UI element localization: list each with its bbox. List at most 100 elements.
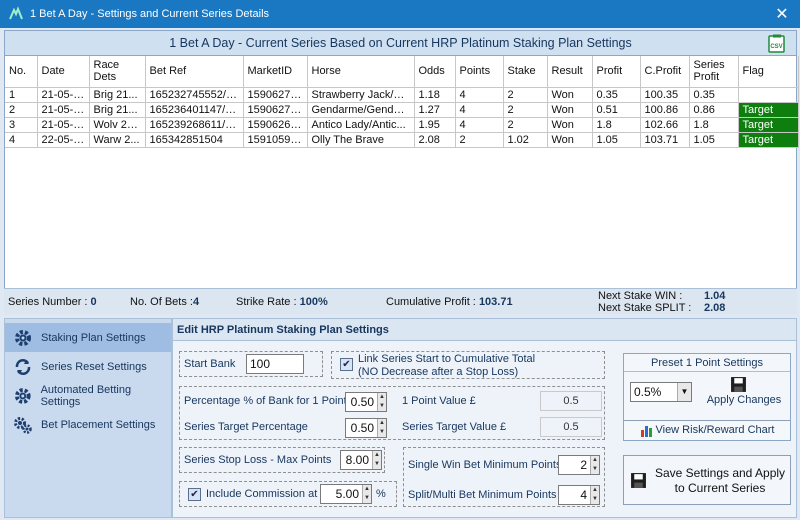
table-header-row: No. Date Race Dets Bet Ref MarketID Horse Odds…: [5, 56, 799, 88]
nav-staking-plan-settings[interactable]: Staking Plan Settings: [5, 323, 171, 352]
stop-loss-value: 8.00: [345, 453, 369, 467]
table-row[interactable]: 2 21-05-19 Brig 21... 165236401147/1... 1590…: [5, 102, 799, 118]
staking-settings-panel: Edit HRP Platinum Staking Plan Settings …: [172, 318, 797, 518]
pct-bank-stepper[interactable]: 0.50 ▲ ▼: [345, 392, 387, 412]
pct-bank-value: 0.50: [350, 395, 374, 409]
table-cell: 21-05-19: [37, 87, 90, 103]
app-logo-icon: [9, 6, 23, 20]
column-header[interactable]: Profit: [592, 56, 641, 88]
settings-nav: Staking Plan Settings Series Reset Setti…: [4, 318, 172, 518]
point-value: 0.5: [540, 391, 602, 411]
cum-profit-value: 103.71: [478, 296, 513, 308]
table-cell: 1.27: [414, 102, 456, 118]
table-cell: 1.02: [503, 132, 548, 148]
spin-down-icon[interactable]: ▼: [373, 460, 381, 469]
split-min-label: Split/Multi Bet Minimum Points: [408, 489, 557, 501]
strike-rate-value: 100%: [299, 296, 328, 308]
table-row[interactable]: 4 22-05-19 Warw 2... 165342851504 159105988 O…: [5, 132, 799, 148]
table-cell: 1: [5, 87, 38, 103]
column-header[interactable]: Result: [547, 56, 593, 88]
spin-up-icon[interactable]: ▲: [591, 456, 599, 465]
column-header[interactable]: Race Dets: [89, 56, 146, 88]
view-risk-reward-chart-button[interactable]: View Risk/Reward Chart: [624, 420, 790, 440]
save-settings-apply-button[interactable]: Save Settings and Apply to Current Serie…: [623, 455, 791, 505]
table-cell: 165239268611/1...: [145, 117, 244, 133]
pct-bank-label: Percentage % of Bank for 1 Point: [184, 395, 347, 407]
column-header[interactable]: Series Profit: [689, 56, 739, 88]
table-cell: Target: [738, 117, 799, 133]
save-icon: [731, 377, 746, 392]
series-number-value: 0: [90, 296, 97, 308]
table-cell: 2: [5, 102, 38, 118]
preset-title: Preset 1 Point Settings: [624, 354, 790, 372]
column-header[interactable]: No.: [5, 56, 38, 88]
preset-box: Preset 1 Point Settings 0.5% ▼ Apply Cha…: [623, 353, 791, 441]
table-cell: Warw 2...: [89, 132, 146, 148]
view-chart-label: View Risk/Reward Chart: [655, 424, 775, 436]
table-cell: 159062696: [243, 117, 308, 133]
spin-up-icon[interactable]: ▲: [378, 393, 386, 402]
start-bank-input[interactable]: 100: [246, 354, 304, 374]
table-row[interactable]: 3 21-05-19 Wolv 21... 165239268611/1... 1590…: [5, 117, 799, 133]
nav-automated-betting-settings[interactable]: Automated Betting Settings: [5, 381, 171, 410]
series-target-pct-value: 0.50: [350, 421, 374, 435]
spin-up-icon[interactable]: ▲: [363, 485, 371, 494]
csv-export-icon[interactable]: CSV: [768, 34, 786, 53]
series-target-label: Series Target Value £: [402, 421, 507, 433]
spin-down-icon[interactable]: ▼: [378, 428, 386, 437]
column-header[interactable]: Horse: [307, 56, 415, 88]
commission-unit: %: [376, 488, 386, 500]
spin-down-icon[interactable]: ▼: [591, 495, 599, 504]
table-cell: [738, 87, 799, 103]
nav-series-reset-settings[interactable]: Series Reset Settings: [5, 352, 171, 381]
apply-changes-button[interactable]: Apply Changes: [702, 394, 786, 410]
table-cell: Won: [547, 102, 593, 118]
gear-icon: [14, 387, 31, 404]
spin-up-icon[interactable]: ▲: [591, 486, 599, 495]
commission-stepper[interactable]: 5.00 ▲ ▼: [320, 484, 372, 504]
series-target-pct-stepper[interactable]: 0.50 ▲ ▼: [345, 418, 387, 438]
column-header[interactable]: Bet Ref: [145, 56, 244, 88]
table-cell: 103.71: [640, 132, 690, 148]
include-commission-checkbox[interactable]: ✔: [188, 488, 201, 501]
save-line2: to Current Series: [674, 481, 766, 495]
split-min-stepper[interactable]: 4 ▲ ▼: [558, 485, 600, 505]
next-split-value: 2.08: [704, 302, 726, 314]
close-button[interactable]: ✕: [772, 4, 792, 24]
preset-select[interactable]: 0.5% ▼: [630, 382, 692, 402]
single-min-value: 2: [580, 458, 587, 472]
spin-up-icon[interactable]: ▲: [378, 419, 386, 428]
column-header[interactable]: Date: [37, 56, 90, 88]
link-series-checkbox[interactable]: ✔: [340, 358, 353, 371]
column-header[interactable]: Stake: [503, 56, 548, 88]
single-min-stepper[interactable]: 2 ▲ ▼: [558, 455, 600, 475]
table-cell: 0.86: [689, 102, 739, 118]
column-header[interactable]: Odds: [414, 56, 456, 88]
column-header[interactable]: Points: [455, 56, 504, 88]
table-cell: 165342851504: [145, 132, 244, 148]
series-number-label: Series Number :: [8, 296, 88, 308]
column-header[interactable]: Flag: [738, 56, 799, 88]
table-cell: Brig 21...: [89, 102, 146, 118]
stop-loss-label: Series Stop Loss - Max Points: [184, 454, 332, 466]
nav-bet-placement-settings[interactable]: Bet Placement Settings: [5, 410, 171, 439]
column-header[interactable]: C.Profit: [640, 56, 690, 88]
spin-down-icon[interactable]: ▼: [378, 402, 386, 411]
spin-down-icon[interactable]: ▼: [591, 465, 599, 474]
column-header[interactable]: MarketID: [243, 56, 308, 88]
link-series-line2: (NO Decrease after a Stop Loss): [358, 366, 519, 378]
title-bar: 1 Bet A Day - Settings and Current Serie…: [0, 0, 800, 28]
table-cell: 1.8: [689, 117, 739, 133]
table-row[interactable]: 1 21-05-19 Brig 21... 165232745552/1... 1590…: [5, 87, 799, 103]
table-cell: 102.66: [640, 117, 690, 133]
spin-down-icon[interactable]: ▼: [363, 494, 371, 503]
grid-title: 1 Bet A Day - Current Series Based on Cu…: [169, 36, 632, 50]
table-cell: Target: [738, 132, 799, 148]
preset-value: 0.5%: [634, 385, 662, 399]
table-cell: 0.35: [592, 87, 641, 103]
spin-up-icon[interactable]: ▲: [373, 451, 381, 460]
stop-loss-stepper[interactable]: 8.00 ▲ ▼: [340, 450, 382, 470]
table-cell: 159105988: [243, 132, 308, 148]
series-target-value: 0.5: [540, 417, 602, 437]
save-line1: Save Settings and Apply: [654, 466, 786, 480]
